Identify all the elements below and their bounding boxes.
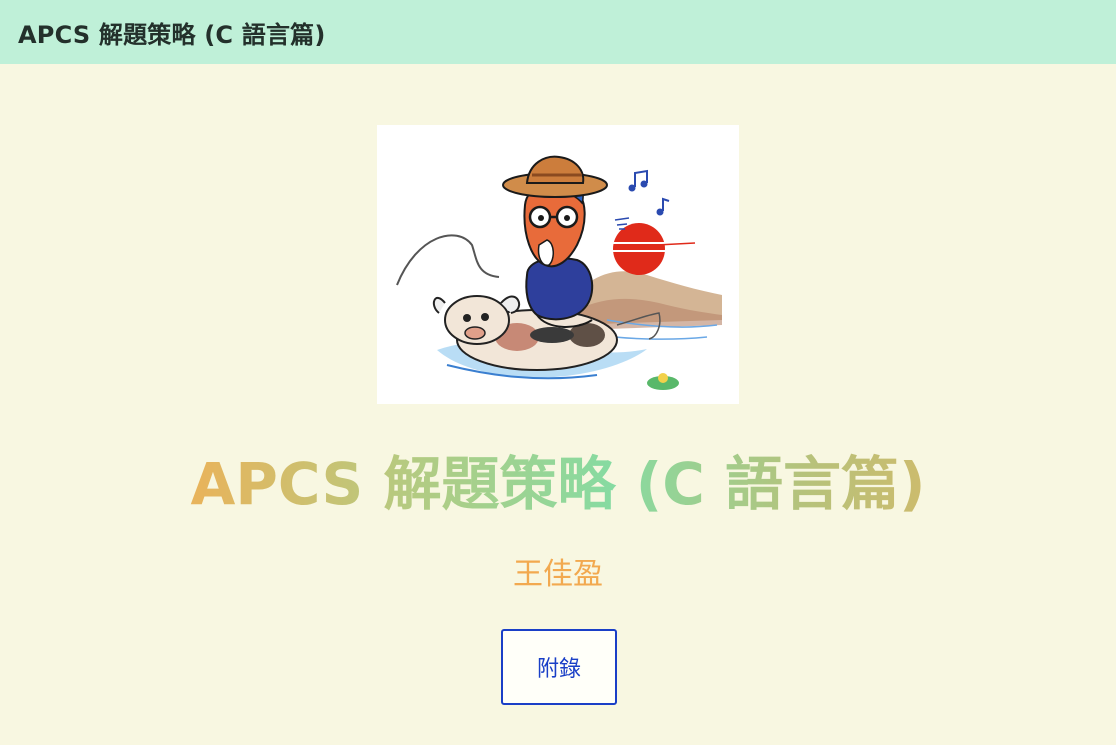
appendix-button-label: 附錄	[536, 657, 581, 682]
book-title: APCS 解題策略 (C 語言篇)	[0, 446, 1116, 522]
author-name: 王佳盈	[513, 557, 603, 592]
appendix-button[interactable]: 附錄	[501, 629, 617, 705]
header-title: APCS 解題策略 (C 語言篇)	[18, 20, 326, 49]
top-bar: APCS 解題策略 (C 語言篇)	[0, 0, 1116, 64]
cover-illustration	[396, 155, 722, 390]
cover-image	[377, 125, 739, 404]
